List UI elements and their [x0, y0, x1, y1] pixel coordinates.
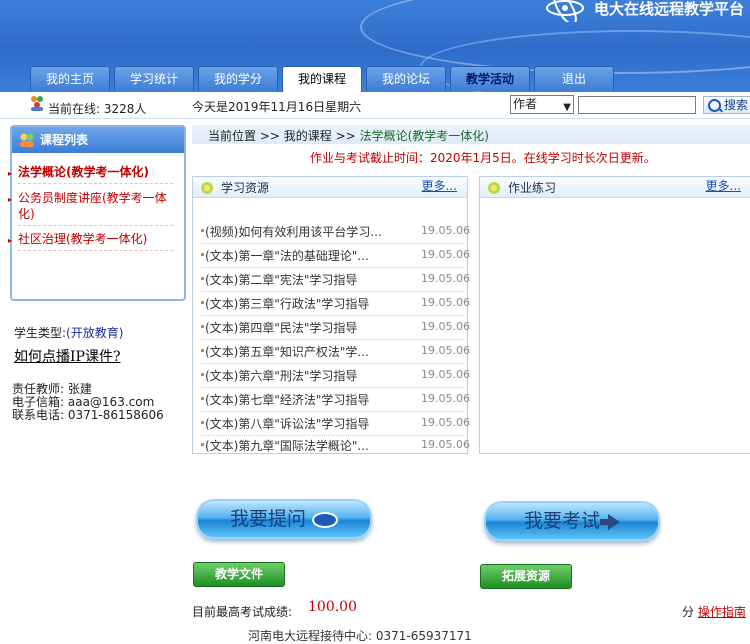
- arrow-right-icon: [600, 513, 620, 530]
- resource-item[interactable]: (文本)第五章"知识产权法"学... 19.05.06: [201, 339, 470, 364]
- tab-my-courses[interactable]: 我的课程: [282, 66, 362, 92]
- breadcrumb-sep: >>: [259, 129, 280, 143]
- resources-header: 学习资源 更多...: [193, 177, 467, 198]
- resources-box: 学习资源 更多... (视频)如何有效利用该平台学习... 19.05.06 (文…: [192, 176, 470, 457]
- homework-header: 作业练习 更多...: [480, 177, 750, 198]
- take-exam-button[interactable]: 我要考试: [484, 501, 660, 541]
- course-item-label: 社区治理(教学考一体化): [18, 232, 148, 246]
- teacher-info: 责任教师: 张建 电子信箱: aaa@163.com 联系电话: 0371-86…: [12, 383, 164, 422]
- tab-forum[interactable]: 我的论坛: [366, 66, 446, 91]
- resource-item[interactable]: (文本)第二章"宪法"学习指导 19.05.06: [201, 267, 470, 292]
- bullet-icon: [201, 397, 204, 400]
- online-users-icon: [31, 96, 43, 111]
- bullet-icon: [201, 325, 204, 328]
- search-button-label: 搜索: [724, 98, 749, 112]
- folder-icon: [488, 182, 500, 194]
- course-item-law[interactable]: ▸ 法学概论(教学考一体化): [8, 164, 173, 184]
- tab-teaching-activities[interactable]: 教学活动: [450, 66, 530, 91]
- bullet-icon: ▸: [8, 195, 13, 204]
- resources-title: 学习资源: [221, 181, 270, 195]
- course-list-header: 课程列表: [12, 127, 184, 153]
- highest-score-label: 目前最高考试成绩:: [192, 605, 293, 619]
- course-item-community[interactable]: ▸ 社区治理(教学考一体化): [8, 231, 173, 251]
- breadcrumb: 当前位置 >> 我的课程 >> 法学概论(教学考一体化): [192, 125, 750, 144]
- ask-question-label: 我要提问: [229, 508, 306, 530]
- breadcrumb-my-courses[interactable]: 我的课程: [284, 129, 332, 143]
- take-exam-label: 我要考试: [523, 510, 600, 532]
- search-button[interactable]: 搜索: [703, 96, 750, 114]
- operation-guide-link[interactable]: 操作指南: [698, 605, 746, 619]
- breadcrumb-current: 法学概论(教学考一体化): [359, 129, 489, 143]
- breadcrumb-home: 当前位置: [208, 129, 257, 143]
- bullet-icon: [201, 301, 204, 304]
- highest-score-value: 100.00: [308, 599, 357, 615]
- search-field-select[interactable]: 作者 ▼: [510, 95, 574, 114]
- bullet-icon: [201, 277, 204, 280]
- course-item-label: 公务员制度讲座(教学考一体化): [18, 191, 167, 221]
- resource-item[interactable]: (文本)第三章"行政法"学习指导 19.05.06: [201, 291, 470, 316]
- deadline-notice: 作业与考试截止时间：2020年1月5日。在线学习时长次日更新。: [310, 151, 656, 165]
- guide-prefix: 分: [682, 605, 695, 619]
- ask-question-button[interactable]: 我要提问: [196, 499, 372, 539]
- tab-logout[interactable]: 退出: [534, 66, 614, 91]
- bullet-icon: [201, 443, 204, 446]
- tab-home[interactable]: 我的主页: [30, 66, 110, 91]
- extended-resources-button[interactable]: 拓展资源: [480, 564, 572, 589]
- bullet-icon: [201, 373, 204, 376]
- site-title: 电大在线远程教学平台: [594, 0, 745, 18]
- today-date: 今天是2019年11月16日星期六: [192, 100, 362, 114]
- bullet-icon: [201, 229, 204, 232]
- people-icon: [20, 133, 34, 147]
- student-type: 学生类型:(开放教育): [14, 324, 123, 341]
- teacher-phone: 联系电话: 0371-86158606: [12, 408, 164, 422]
- reception-hotline: 河南电大远程接待中心: 0371-65937171: [248, 629, 472, 643]
- tab-credits[interactable]: 我的学分: [198, 66, 278, 91]
- chevron-down-icon: ▼: [563, 102, 571, 113]
- breadcrumb-sep: >>: [335, 129, 356, 143]
- search-field-value: 作者: [513, 97, 538, 111]
- homework-box: 作业练习 更多...: [479, 176, 750, 454]
- ip-courseware-link[interactable]: 如何点播IP课件?: [14, 346, 120, 366]
- online-count: 当前在线: 3228人: [48, 102, 147, 116]
- course-item-civil-service[interactable]: ▸ 公务员制度讲座(教学考一体化): [8, 190, 173, 226]
- resource-item[interactable]: (文本)第一章"法的基础理论"... 19.05.06: [201, 243, 470, 268]
- atom-logo-icon: [546, 0, 584, 22]
- course-item-label: 法学概论(教学考一体化): [18, 165, 149, 179]
- resource-item[interactable]: (文本)第六章"刑法"学习指导 19.05.06: [201, 363, 470, 388]
- resource-item[interactable]: (文本)第七章"经济法"学习指导 19.05.06: [201, 387, 470, 412]
- homework-title: 作业练习: [508, 181, 557, 195]
- teaching-docs-button[interactable]: 教学文件: [193, 562, 285, 587]
- folder-icon: [201, 182, 213, 194]
- course-list-title: 课程列表: [40, 133, 89, 147]
- tab-study-stats[interactable]: 学习统计: [114, 66, 194, 91]
- homework-more-link[interactable]: 更多...: [706, 177, 741, 194]
- student-type-value: (开放教育): [66, 326, 124, 340]
- resources-more-link[interactable]: 更多...: [422, 177, 457, 194]
- bullet-icon: ▸: [8, 169, 13, 178]
- bullet-icon: ▸: [8, 236, 13, 245]
- student-type-label: 学生类型:: [14, 326, 67, 340]
- bullet-icon: [201, 421, 204, 424]
- search-input[interactable]: [578, 96, 696, 114]
- main-nav-tabs: 我的主页 学习统计 我的学分 我的课程 我的论坛 教学活动 退出: [30, 66, 618, 92]
- operation-guide: 分 操作指南: [682, 603, 746, 620]
- search-icon: [708, 99, 721, 112]
- resource-item[interactable]: (文本)第四章"民法"学习指导 19.05.06: [201, 315, 470, 340]
- resource-item[interactable]: (视频)如何有效利用该平台学习... 19.05.06: [201, 219, 470, 244]
- speech-bubble-icon: [312, 511, 338, 528]
- bullet-icon: [201, 253, 204, 256]
- bullet-icon: [201, 349, 204, 352]
- resource-item[interactable]: (文本)第九章"国际法学概论"... 19.05.06: [201, 433, 470, 457]
